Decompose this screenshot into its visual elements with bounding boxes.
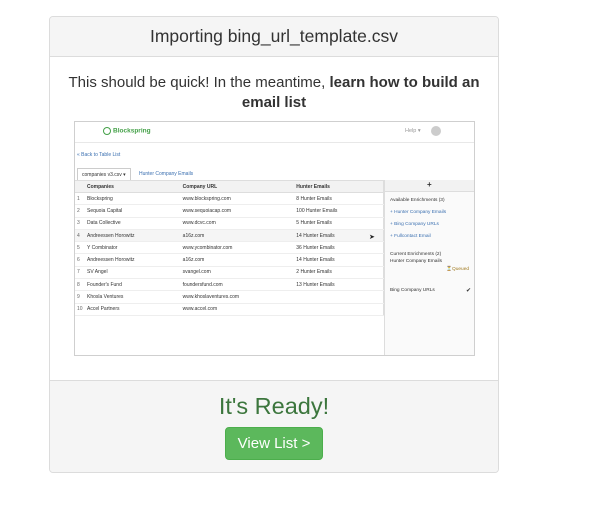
table-row: 8 Founder's Fund foundersfund.com 13 Hunter…	[75, 278, 385, 292]
cell-emails: 100 Hunter Emails	[294, 204, 385, 218]
preview-tabs: companies v3.csv ▾ Hunter Company Emails	[75, 167, 384, 181]
cell-url: www.khoslaventures.com	[180, 290, 295, 304]
view-list-button[interactable]: View List >	[224, 427, 324, 460]
cell-url: www.blockspring.com	[180, 192, 295, 206]
back-to-table-list: « Back to Table List	[77, 152, 121, 158]
row-num: 9	[75, 290, 85, 304]
cell-emails	[294, 290, 385, 304]
row-num: 6	[75, 253, 85, 267]
queued-status: ⏳Queued	[446, 267, 470, 272]
preview-screenshot: Blockspring Help ▾ « Back to Table List …	[74, 121, 475, 356]
available-heading: Available Enrichments (3)	[390, 198, 445, 203]
cell-emails: 13 Hunter Emails	[294, 278, 385, 292]
cell-company: Khosla Ventures	[84, 290, 181, 304]
enrichment-label: Fullcontact Email	[394, 234, 431, 239]
tab-hunter-emails: Hunter Company Emails	[139, 171, 194, 177]
help-menu: Help ▾	[405, 128, 421, 134]
cell-emails	[294, 303, 385, 316]
cell-company: Data Collective	[84, 217, 181, 230]
row-num: 3	[75, 217, 85, 230]
cell-company: Sequoia Capital	[84, 204, 181, 218]
table-row: 1 Blockspring www.blockspring.com 8 Hunter …	[75, 192, 385, 206]
table-row: 7 SV Angel svangel.com 2 Hunter Emails	[75, 266, 385, 280]
panel-title: Importing bing_url_template.csv	[50, 17, 498, 57]
row-num: 7	[75, 266, 85, 280]
row-num: 2	[75, 204, 85, 218]
table-header: Companies Company URL Hunter Emails	[75, 180, 385, 193]
import-panel: Importing bing_url_template.csv This sho…	[49, 16, 499, 473]
enrichment-item: + Fullcontact Email	[390, 234, 431, 239]
mouse-cursor-icon: ➤	[369, 234, 375, 241]
logo-icon	[103, 127, 111, 135]
preview-table: Companies Company URL Hunter Emails 1 Blo…	[75, 180, 385, 316]
row-num: 8	[75, 278, 85, 292]
cell-company: Blockspring	[84, 192, 181, 206]
current-item: Hunter Company Emails	[390, 259, 442, 264]
col-companies: Companies	[84, 180, 181, 193]
table-row: 2 Sequoia Capital www.sequoiacap.com 100 Hu…	[75, 204, 385, 218]
intro-text: This should be quick! In the meantime, l…	[64, 73, 484, 113]
table-row: 5Y Combinator www.ycombinator.com 36 Hunte…	[75, 241, 385, 255]
enrichments-sidebar: + Available Enrichments (3) + Hunter Com…	[384, 180, 474, 355]
col-hunter-emails: Hunter Emails	[294, 180, 385, 193]
enrichment-item: + Bing Company URLs	[390, 222, 439, 227]
cell-url: www.accel.com	[180, 303, 295, 316]
table-row: 6 Andreessen Horowitz a16z.com 14 Hunter Em…	[75, 253, 385, 267]
check-icon: ✔	[466, 288, 472, 294]
preview-topbar: Blockspring Help ▾	[75, 122, 474, 143]
cell-company: Y Combinator	[84, 241, 181, 255]
cell-url: a16z.com	[180, 229, 295, 243]
row-num: 4	[75, 229, 85, 243]
table-row: 9 Khosla Ventures www.khoslaventures.com	[75, 290, 385, 304]
intro-lead: This should be quick! In the meantime,	[68, 74, 330, 91]
enrichment-item: + Hunter Company Emails	[390, 210, 447, 215]
brand-logo: Blockspring	[103, 127, 151, 135]
table-row: 10 Accel Partners www.accel.com	[75, 303, 385, 316]
cell-url: www.dcvc.com	[180, 217, 295, 230]
cell-emails: 5 Hunter Emails	[294, 217, 385, 230]
row-num: 5	[75, 241, 85, 255]
cell-emails: 8 Hunter Emails	[294, 192, 385, 206]
cell-emails: 36 Hunter Emails	[294, 241, 385, 255]
cell-url: a16z.com	[180, 253, 295, 267]
ready-status: It's Ready!	[218, 393, 330, 419]
avatar-icon	[431, 126, 441, 136]
row-num: 1	[75, 192, 85, 206]
cell-emails: 14 Hunter Emails	[294, 253, 385, 267]
bing-enrichment: Bing Company URLs	[390, 288, 435, 293]
brand-name: Blockspring	[113, 127, 151, 135]
cell-url: www.sequoiacap.com	[180, 204, 295, 218]
cell-company: SV Angel	[84, 266, 181, 280]
cell-company: Andreessen Horowitz	[84, 253, 181, 267]
cell-company: Andreessen Horowitz	[84, 229, 181, 243]
row-num: 10	[75, 303, 85, 316]
current-heading: Current Enrichments (2)	[390, 252, 442, 257]
panel-footer: It's Ready! View List >	[50, 380, 498, 472]
cell-company: Accel Partners	[84, 303, 181, 316]
cell-emails: 2 Hunter Emails	[294, 266, 385, 280]
col-company-url: Company URL	[180, 180, 295, 193]
cell-url: svangel.com	[180, 266, 295, 280]
queued-label: Queued	[451, 267, 470, 272]
cell-company: Founder's Fund	[84, 278, 181, 292]
add-enrichment-icon: +	[427, 180, 432, 189]
col-num	[75, 180, 85, 193]
enrichment-label: Hunter Company Emails	[394, 210, 447, 215]
enrichment-label: Bing Company URLs	[394, 222, 439, 227]
cell-url: www.ycombinator.com	[180, 241, 295, 255]
cell-url: foundersfund.com	[180, 278, 295, 292]
table-row: 3 Data Collective www.dcvc.com 5 Hunter Ema…	[75, 217, 385, 230]
table-row: 4 Andreessen Horowitz a16z.com 14 Hunter Em…	[75, 229, 385, 243]
